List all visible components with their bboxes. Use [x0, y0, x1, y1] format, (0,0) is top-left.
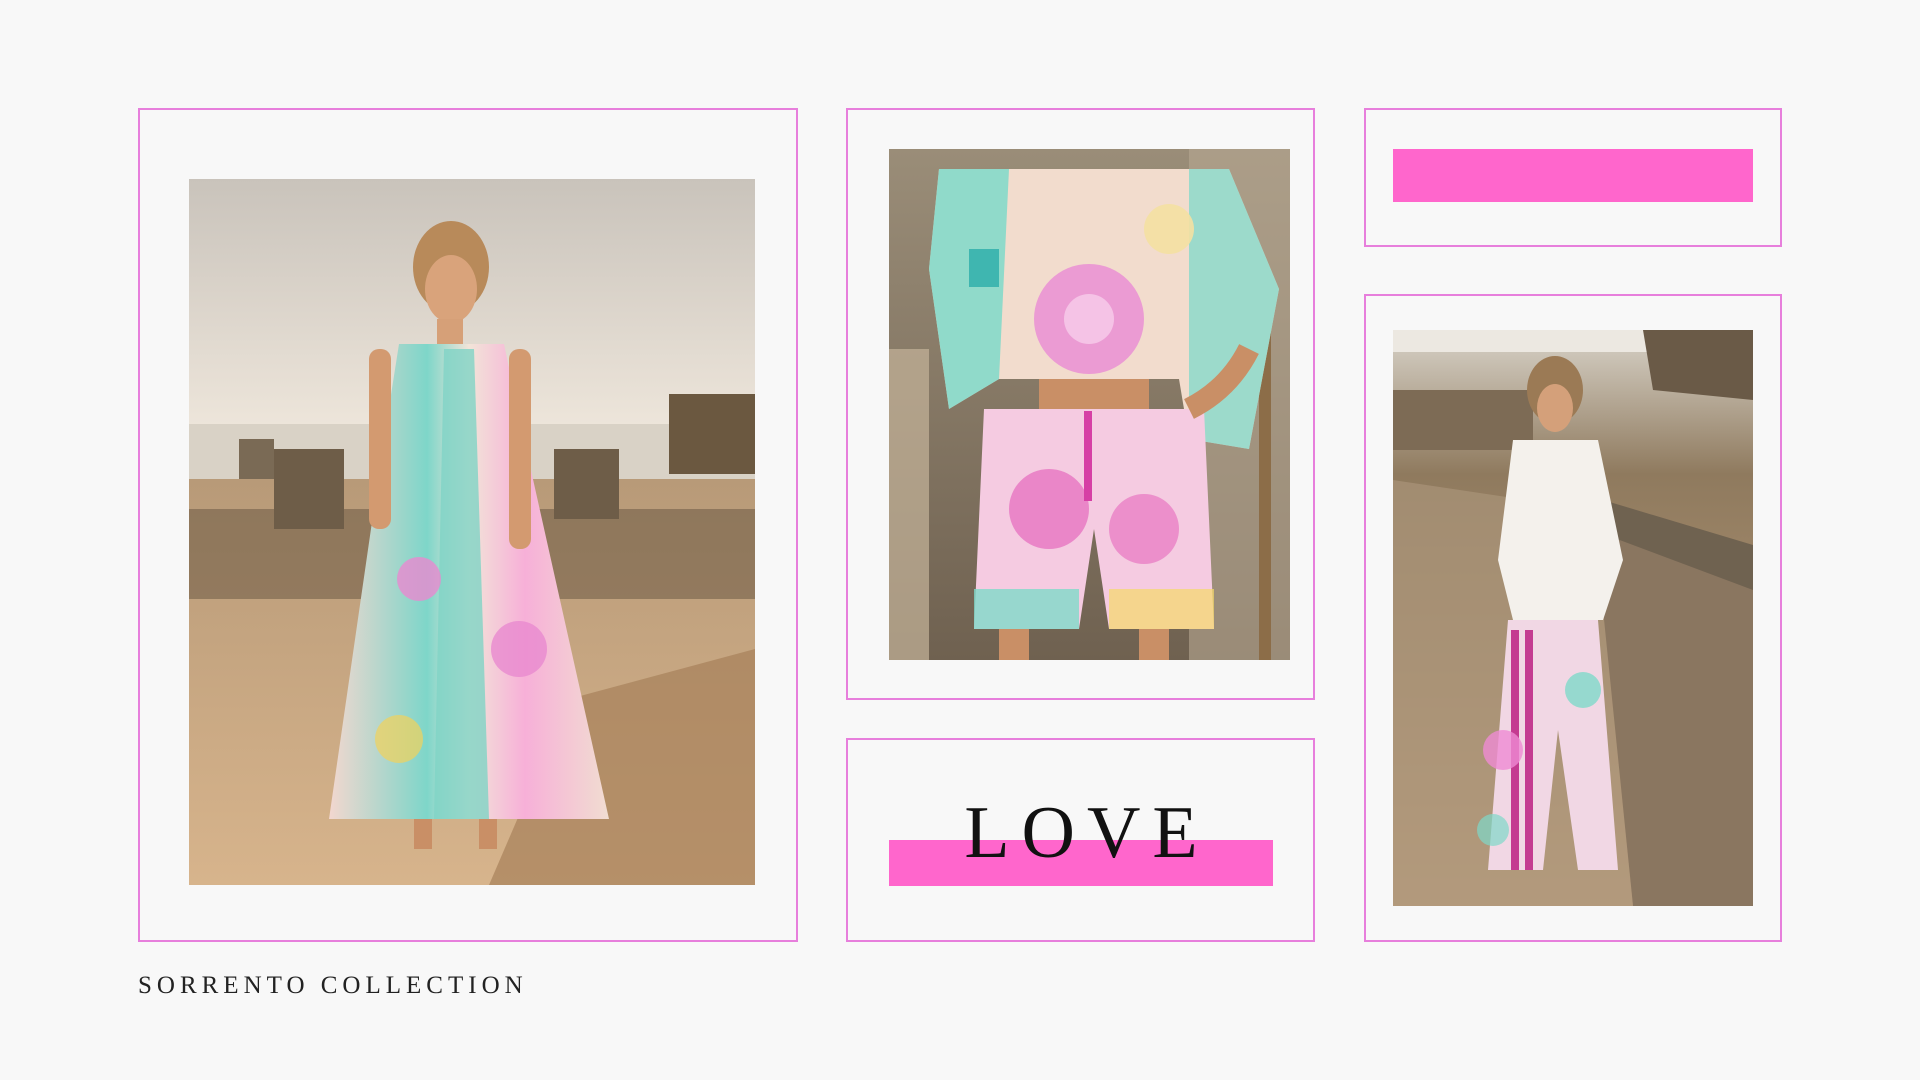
- middle-photo-shirt-set: [889, 149, 1290, 660]
- left-photo-dress: [189, 179, 755, 885]
- moodboard-canvas: LOVE SORRENTO COLLECTION: [0, 0, 1920, 1080]
- right-photo-pants: [1393, 330, 1753, 906]
- love-headline: LOVE: [964, 792, 1210, 874]
- pink-banner: [1393, 149, 1753, 202]
- collection-caption: SORRENTO COLLECTION: [138, 972, 528, 999]
